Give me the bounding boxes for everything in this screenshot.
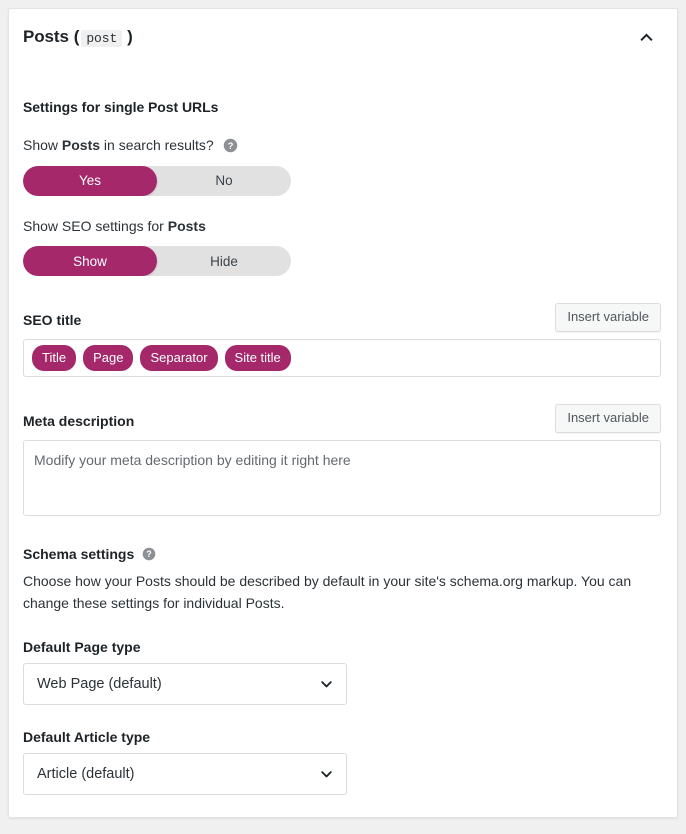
card-title-paren-close: ) — [127, 27, 133, 46]
card-title-paren-open: ( — [73, 27, 80, 46]
page-title: Posts ( post ) — [23, 27, 135, 47]
card-body: Settings for single Post URLs Show Posts… — [9, 99, 677, 795]
default-article-type-label: Default Article type — [23, 728, 151, 745]
svg-text:?: ? — [146, 549, 151, 559]
search-visibility-label-text: Show Posts in search results? — [23, 137, 214, 153]
card-header-toggle[interactable]: Posts ( post ) — [9, 9, 677, 65]
seo-title-label: SEO title — [23, 312, 82, 329]
schema-settings-description: Choose how your Posts should be describe… — [23, 573, 632, 611]
section-heading: Settings for single Post URLs — [23, 99, 219, 115]
posts-settings-card: Posts ( post ) Settings for single Post … — [8, 8, 678, 818]
default-page-type-select[interactable]: Web Page (default) — [23, 662, 347, 705]
seo-settings-visibility-label-text: Show SEO settings for Posts — [23, 217, 206, 234]
seo-title-row: SEO title Insert variable — [23, 302, 661, 333]
default-page-type-label: Default Page type — [23, 638, 141, 655]
meta-description-label: Meta description — [23, 413, 135, 430]
help-circle-icon[interactable]: ? — [223, 138, 238, 153]
card-title-text: Posts — [23, 27, 69, 46]
default-article-type-select[interactable]: Article (default) — [23, 752, 347, 795]
meta-description-textarea[interactable] — [23, 440, 661, 517]
variable-pill-title[interactable]: Title — [32, 345, 77, 372]
variable-pill-site-title[interactable]: Site title — [224, 345, 291, 372]
seo-settings-visibility-toggle[interactable]: Show Hide — [23, 246, 291, 277]
search-visibility-label: Show Posts in search results? ? — [23, 136, 661, 156]
post-type-slug-badge: post — [81, 30, 123, 47]
search-visibility-toggle[interactable]: Yes No — [23, 165, 291, 196]
schema-settings-heading-text: Schema settings — [23, 546, 135, 563]
seo-settings-option-hide[interactable]: Hide — [157, 246, 291, 276]
variable-pill-page[interactable]: Page — [83, 345, 134, 372]
seo-title-insert-variable-button[interactable]: Insert variable — [555, 302, 661, 333]
meta-description-insert-variable-button[interactable]: Insert variable — [555, 403, 661, 434]
meta-description-row: Meta description Insert variable — [23, 403, 661, 434]
seo-settings-visibility-label: Show SEO settings for Posts — [23, 217, 661, 237]
default-page-type-select-wrap: Web Page (default) — [23, 662, 347, 705]
default-article-type-select-wrap: Article (default) — [23, 752, 347, 795]
chevron-up-icon[interactable] — [637, 28, 655, 46]
schema-settings-heading: Schema settings ? — [23, 546, 661, 562]
seo-title-input[interactable]: Title Page Separator Site title — [23, 339, 661, 378]
search-visibility-option-no[interactable]: No — [157, 166, 291, 196]
svg-text:?: ? — [227, 141, 233, 152]
variable-pill-separator[interactable]: Separator — [140, 345, 218, 372]
help-circle-icon[interactable]: ? — [141, 547, 156, 562]
seo-settings-option-show[interactable]: Show — [23, 246, 157, 277]
search-visibility-option-yes[interactable]: Yes — [23, 165, 157, 196]
